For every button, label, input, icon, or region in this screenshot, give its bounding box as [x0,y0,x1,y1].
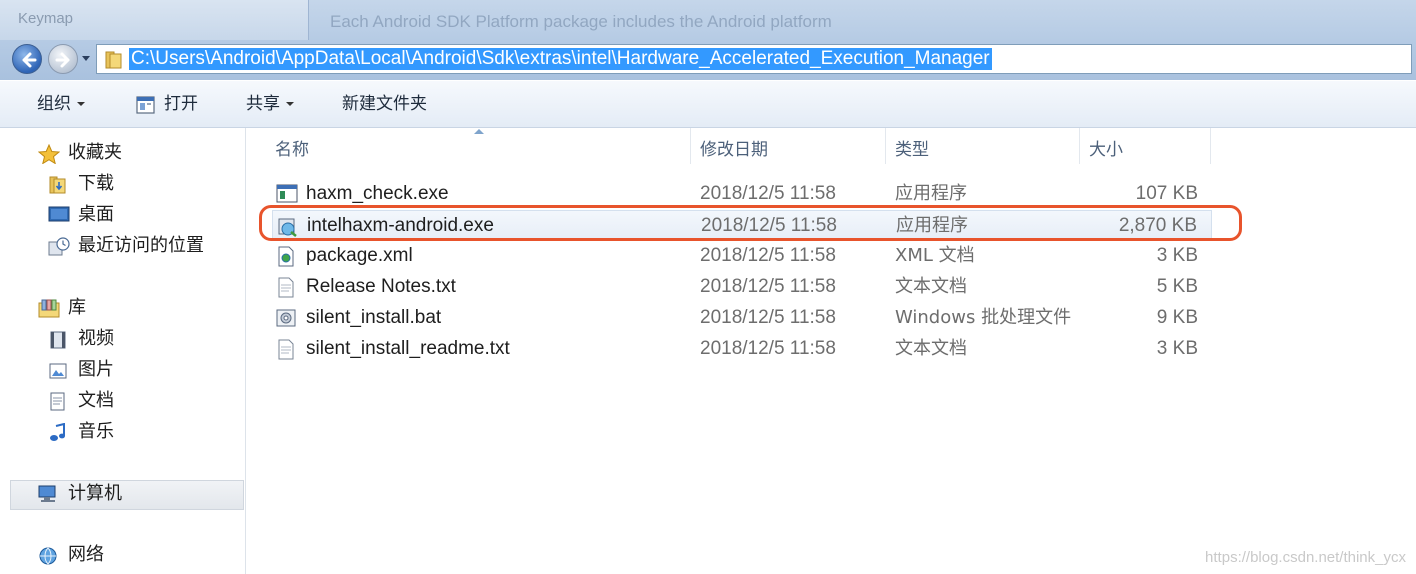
file-date: 2018/12/5 11:58 [701,215,837,236]
file-row[interactable]: silent_install.bat 2018/12/5 11:58 Windo… [272,303,1212,333]
file-row[interactable]: silent_install_readme.txt 2018/12/5 11:5… [272,334,1212,364]
downloads-folder-icon [49,176,66,194]
back-arrow-icon [22,52,37,68]
file-row[interactable]: package.xml 2018/12/5 11:58 XML 文档 3 KB [272,241,1212,271]
file-size: 9 KB [1156,307,1198,328]
file-size: 107 KB [1135,183,1198,204]
music-icon [50,423,65,441]
file-row[interactable]: haxm_check.exe 2018/12/5 11:58 应用程序 107 … [272,179,1212,209]
file-type: 文本文档 [895,338,967,359]
nav-favorites-label: 收藏夹 [68,142,122,163]
txt-icon [278,277,294,298]
share-button[interactable]: 共享 [246,93,294,115]
file-date: 2018/12/5 11:58 [700,307,836,328]
file-date: 2018/12/5 11:58 [700,338,836,359]
forward-arrow-icon [55,52,70,68]
file-row[interactable]: Release Notes.txt 2018/12/5 11:58 文本文档 5… [272,272,1212,302]
file-type: XML 文档 [895,245,975,266]
nav-videos-label: 视频 [78,328,114,349]
open-button[interactable]: 打开 [164,93,198,115]
address-path[interactable]: C:\Users\Android\AppData\Local\Android\S… [129,48,992,70]
desktop-icon [48,206,70,222]
file-date: 2018/12/5 11:58 [700,183,836,204]
title-bar: Keymap Each Android SDK Platform package… [0,0,1416,80]
address-bar[interactable]: C:\Users\Android\AppData\Local\Android\S… [96,44,1412,74]
libraries-icon [38,299,60,318]
navigation-pane: 收藏夹 下载 桌面 最近访问的位置 库 视频 图片 文档 音乐 计算机 网络 [0,128,246,574]
command-toolbar: 组织 打开 共享 新建文件夹 [0,80,1416,128]
column-header-size[interactable]: 大小 [1089,138,1123,162]
column-divider[interactable] [690,128,691,164]
file-list-pane: 名称 修改日期 类型 大小 haxm_check.exe 2018/12/5 1… [246,128,1416,574]
chevron-down-icon [77,102,85,106]
organize-button[interactable]: 组织 [37,93,85,115]
file-name: silent_install_readme.txt [306,338,510,359]
forward-button[interactable] [48,44,78,74]
new-folder-button[interactable]: 新建文件夹 [342,93,427,115]
file-name: haxm_check.exe [306,183,449,204]
nav-pictures-label: 图片 [78,359,114,380]
nav-documents-label: 文档 [78,390,114,411]
background-window-title-bar: Keymap [0,0,309,40]
column-header-date[interactable]: 修改日期 [700,138,768,162]
back-button[interactable] [12,44,42,74]
nav-music-label: 音乐 [78,421,114,442]
nav-downloads-label: 下载 [78,173,114,194]
chevron-down-icon [286,102,294,106]
star-icon [38,144,60,164]
column-divider[interactable] [1079,128,1080,164]
nav-desktop-label: 桌面 [78,204,114,225]
recent-places-icon [48,237,70,256]
file-name: silent_install.bat [306,307,442,328]
file-type: 应用程序 [895,183,967,204]
nav-libraries-label: 库 [68,297,86,318]
file-name: intelhaxm-android.exe [307,215,494,236]
nav-recent-label: 最近访问的位置 [78,235,204,256]
file-type: 文本文档 [895,276,967,297]
open-label: 打开 [164,94,198,114]
background-text-line: Each Android SDK Platform package includ… [330,12,832,31]
nav-network-label: 网络 [68,544,104,565]
exe-icon [276,184,298,203]
xml-icon [278,246,294,267]
column-divider[interactable] [1210,128,1211,164]
file-size: 2,870 KB [1118,215,1197,236]
watermark: https://blog.csdn.net/think_ycx [1205,549,1406,566]
folder-icon [105,51,122,69]
open-app-icon [136,96,155,114]
background-window-title: Keymap [18,10,74,27]
nav-computer-label: 计算机 [68,483,122,504]
documents-icon [50,392,65,411]
share-label: 共享 [246,94,280,114]
txt-icon [278,339,294,360]
file-size: 3 KB [1156,245,1198,266]
file-size: 5 KB [1156,276,1198,297]
file-size: 3 KB [1156,338,1198,359]
file-date: 2018/12/5 11:58 [700,276,836,297]
pictures-icon [49,363,67,379]
organize-label: 组织 [37,94,71,114]
column-header-name[interactable]: 名称 [275,138,309,162]
file-type: Windows 批处理文件 [895,307,1072,328]
installer-icon [278,218,297,237]
file-date: 2018/12/5 11:58 [700,245,836,266]
column-header-type[interactable]: 类型 [895,138,929,162]
history-dropdown-icon[interactable] [82,56,90,61]
computer-icon [38,485,56,502]
file-name: Release Notes.txt [306,276,456,297]
column-divider[interactable] [885,128,886,164]
file-type: 应用程序 [896,215,968,236]
file-name: package.xml [306,245,413,266]
videos-icon [50,331,66,349]
new-folder-label: 新建文件夹 [342,94,427,114]
bat-icon [276,309,296,327]
sort-ascending-icon [474,129,484,134]
network-icon [39,547,57,565]
file-row-selected[interactable]: intelhaxm-android.exe 2018/12/5 11:58 应用… [272,210,1212,240]
